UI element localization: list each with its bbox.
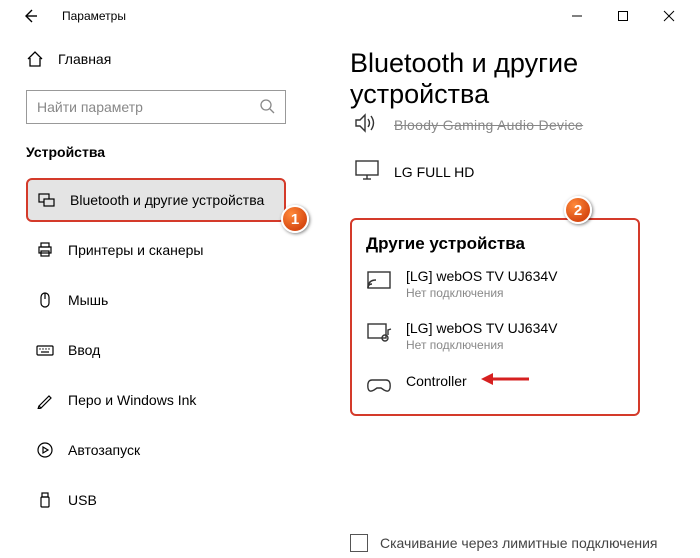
- sidebar-item-label: Принтеры и сканеры: [68, 242, 203, 258]
- monitor-icon: [354, 159, 380, 184]
- main-panel: Bluetooth и другие устройства Bloody Gam…: [312, 32, 700, 558]
- device-name: Controller: [406, 373, 467, 389]
- sidebar-item-typing[interactable]: Ввод: [26, 328, 286, 372]
- home-icon: [26, 50, 44, 68]
- device-monitor[interactable]: LG FULL HD: [350, 159, 684, 184]
- sidebar: Главная Найти параметр Устройства Blueto…: [0, 32, 312, 558]
- sidebar-home[interactable]: Главная: [26, 40, 312, 78]
- sidebar-item-bluetooth[interactable]: Bluetooth и другие устройства: [26, 178, 286, 222]
- device-row-controller[interactable]: Controller: [366, 372, 624, 396]
- sidebar-item-label: Bluetooth и другие устройства: [70, 192, 264, 208]
- minimize-button[interactable]: [554, 1, 600, 31]
- maximize-button[interactable]: [600, 1, 646, 31]
- metered-download-row[interactable]: Скачивание через лимитные подключения: [350, 534, 657, 552]
- sidebar-item-label: Мышь: [68, 292, 108, 308]
- printer-icon: [36, 241, 54, 259]
- cast-icon: [366, 268, 392, 292]
- window-title: Параметры: [62, 9, 126, 23]
- media-device-icon: [366, 320, 392, 344]
- close-button[interactable]: [646, 1, 692, 31]
- sidebar-item-label: Автозапуск: [68, 442, 140, 458]
- metered-download-label: Скачивание через лимитные подключения: [380, 535, 657, 551]
- page-title: Bluetooth и другие устройства: [350, 48, 684, 110]
- device-audio[interactable]: Bloody Gaming Audio Device: [350, 112, 684, 137]
- search-placeholder: Найти параметр: [37, 99, 143, 115]
- device-status: Нет подключения: [406, 338, 557, 352]
- back-button[interactable]: [16, 4, 44, 28]
- device-name: [LG] webOS TV UJ634V: [406, 320, 557, 336]
- device-row[interactable]: [LG] webOS TV UJ634V Нет подключения: [366, 268, 624, 300]
- device-monitor-name: LG FULL HD: [394, 164, 474, 180]
- sidebar-item-mouse[interactable]: Мышь: [26, 278, 286, 322]
- device-status: Нет подключения: [406, 286, 557, 300]
- section-title: Другие устройства: [366, 234, 624, 254]
- usb-icon: [36, 491, 54, 509]
- pen-icon: [36, 391, 54, 409]
- arrow-left-icon: [22, 8, 38, 24]
- checkbox[interactable]: [350, 534, 368, 552]
- speaker-icon: [354, 112, 380, 137]
- sidebar-item-autoplay[interactable]: Автозапуск: [26, 428, 286, 472]
- sidebar-item-pen[interactable]: Перо и Windows Ink: [26, 378, 286, 422]
- search-icon: [259, 98, 275, 117]
- sidebar-item-label: USB: [68, 492, 97, 508]
- device-row[interactable]: [LG] webOS TV UJ634V Нет подключения: [366, 320, 624, 352]
- autoplay-icon: [36, 441, 54, 459]
- sidebar-item-printers[interactable]: Принтеры и сканеры: [26, 228, 286, 272]
- mouse-icon: [36, 291, 54, 309]
- bluetooth-devices-icon: [38, 191, 56, 209]
- maximize-icon: [617, 10, 629, 22]
- sidebar-home-label: Главная: [58, 51, 111, 67]
- sidebar-item-usb[interactable]: USB: [26, 478, 286, 522]
- device-name: [LG] webOS TV UJ634V: [406, 268, 557, 284]
- sidebar-section-title: Устройства: [26, 144, 312, 160]
- keyboard-icon: [36, 341, 54, 359]
- titlebar: Параметры: [0, 0, 700, 32]
- sidebar-item-label: Перо и Windows Ink: [68, 392, 196, 408]
- search-input[interactable]: Найти параметр: [26, 90, 286, 124]
- minimize-icon: [571, 10, 583, 22]
- other-devices-section: Другие устройства [LG] webOS TV UJ634V Н…: [350, 218, 640, 416]
- annotation-badge-2: 2: [564, 196, 592, 224]
- device-audio-name: Bloody Gaming Audio Device: [394, 117, 583, 133]
- sidebar-item-label: Ввод: [68, 342, 100, 358]
- window-controls: [554, 1, 692, 31]
- annotation-arrow-icon: [481, 372, 531, 389]
- gamepad-icon: [366, 372, 392, 396]
- annotation-badge-1: 1: [281, 205, 309, 233]
- close-icon: [663, 10, 675, 22]
